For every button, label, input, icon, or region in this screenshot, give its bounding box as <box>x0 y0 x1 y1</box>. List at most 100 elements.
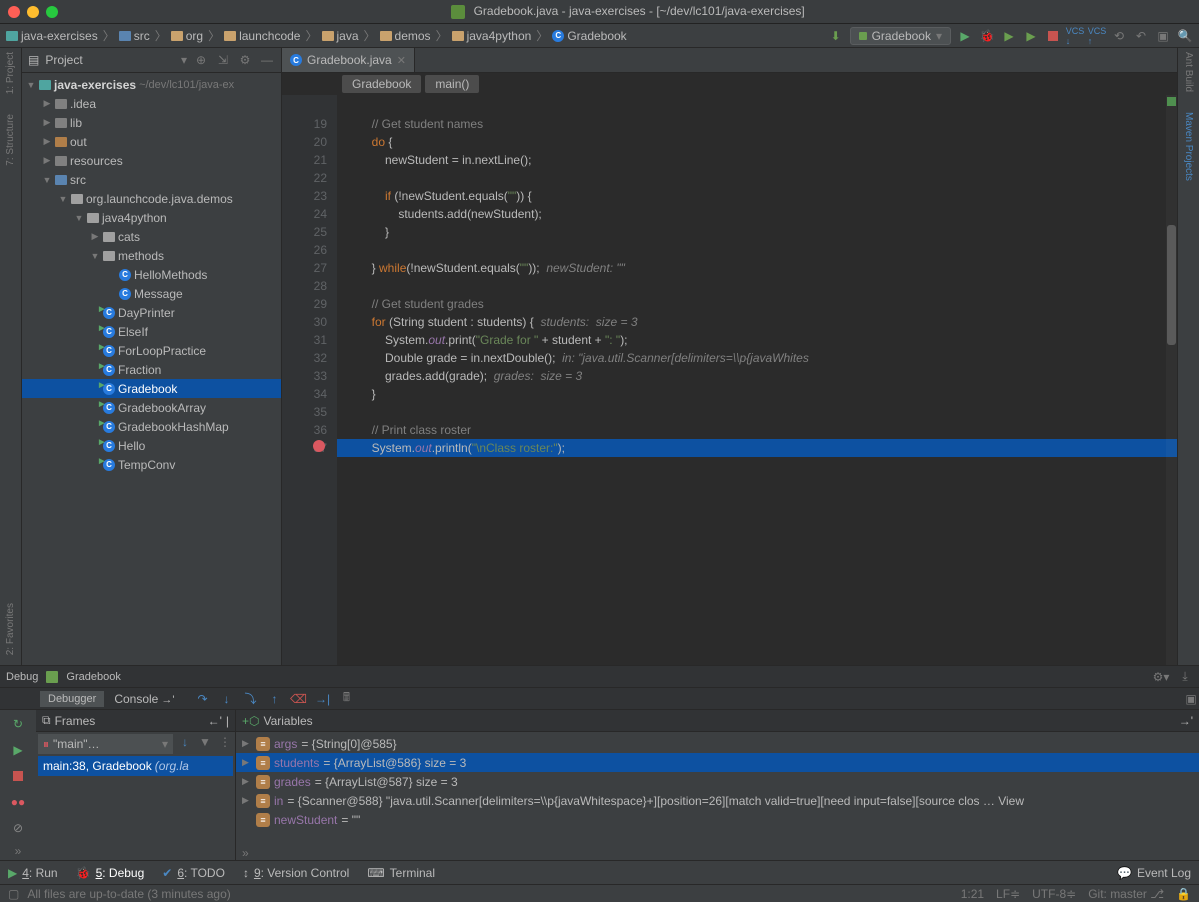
hide-panel-icon[interactable]: — <box>259 52 275 68</box>
search-everywhere-icon[interactable]: 🔍 <box>1177 28 1193 44</box>
code-line-36[interactable]: // Print class roster <box>337 421 1177 439</box>
force-step-into-icon[interactable]: ⤵ <box>243 691 259 707</box>
code-line-24[interactable]: students.add(newStudent); <box>337 205 1177 223</box>
breadcrumb-java[interactable]: java〉 <box>322 27 378 44</box>
variables-tree[interactable]: ▶≡args = {String[0]@585}▶≡students = {Ar… <box>236 732 1199 846</box>
code-line-28[interactable] <box>337 277 1177 295</box>
editor-body[interactable]: 19202122232425262728293031323334353637 /… <box>282 95 1177 665</box>
line-separator[interactable]: LF≑ <box>996 887 1020 901</box>
tree-item-dayprinter[interactable]: C▶ DayPrinter <box>22 303 281 322</box>
code-line-21[interactable]: newStudent = in.nextLine(); <box>337 151 1177 169</box>
tree-item-cats[interactable]: ▶ cats <box>22 227 281 246</box>
variable-students[interactable]: ▶≡students = {ArrayList@586} size = 3 <box>236 753 1199 772</box>
tree-item-lib[interactable]: ▶ lib <box>22 113 281 132</box>
variable-grades[interactable]: ▶≡grades = {ArrayList@587} size = 3 <box>236 772 1199 791</box>
variable-newStudent[interactable]: ≡newStudent = "" <box>236 810 1199 829</box>
project-view-dropdown-icon[interactable]: ▾ <box>181 53 187 67</box>
editor-tab-gradebook[interactable]: C Gradebook.java ✕ <box>282 48 415 72</box>
stack-frame-row[interactable]: main:38, Gradebook (org.la <box>38 756 233 776</box>
tree-root[interactable]: ▼ java-exercises ~/dev/lc101/java-ex <box>22 75 281 94</box>
window-minimize-button[interactable] <box>27 6 39 18</box>
tree-item-gradebookhashmap[interactable]: C▶ GradebookHashMap <box>22 417 281 436</box>
code-line-29[interactable]: // Get student grades <box>337 295 1177 313</box>
drop-frame-icon[interactable]: ⌫ <box>291 691 307 707</box>
run-to-cursor-icon[interactable]: →| <box>315 691 331 707</box>
add-watch-icon[interactable]: +⬡ <box>242 714 259 728</box>
code-line-20[interactable]: do { <box>337 133 1177 151</box>
event-log-button[interactable]: 💬Event Log <box>1117 866 1191 880</box>
breakpoint-icon[interactable] <box>313 440 325 452</box>
mute-breakpoints-button[interactable]: ⊘ <box>8 818 28 838</box>
variable-in[interactable]: ▶≡in = {Scanner@588} "java.util.Scanner[… <box>236 791 1199 810</box>
git-branch[interactable]: Git: master ⎇ <box>1088 887 1164 901</box>
tree-item-fraction[interactable]: C▶ Fraction <box>22 360 281 379</box>
window-zoom-button[interactable] <box>46 6 58 18</box>
code-line-33[interactable]: grades.add(grade); grades: size = 3 <box>337 367 1177 385</box>
scroll-from-source-icon[interactable]: ⊕ <box>193 52 209 68</box>
window-close-button[interactable] <box>8 6 20 18</box>
tool-window-quick-access-icon[interactable]: ▢ <box>8 887 19 901</box>
code-line-25[interactable]: } <box>337 223 1177 241</box>
debug-tool-button[interactable]: 🐞5: Debug <box>76 866 145 880</box>
view-breakpoints-button[interactable]: ●● <box>8 792 28 812</box>
code-line-35[interactable] <box>337 403 1177 421</box>
scrollbar-thumb[interactable] <box>1167 225 1176 345</box>
breadcrumb-java4python[interactable]: java4python〉 <box>452 27 551 44</box>
vcs-tool-button[interactable]: ↕9: Version Control <box>243 866 349 880</box>
frames-more-icon[interactable]: ⋮ <box>217 734 233 750</box>
vcs-update-icon[interactable]: VCS↓ <box>1067 28 1083 44</box>
frames-prev-icon[interactable]: ←' <box>208 714 222 728</box>
vcs-commit-icon[interactable]: VCS↑ <box>1089 28 1105 44</box>
project-panel-title[interactable]: Project <box>45 53 175 67</box>
terminal-tool-button[interactable]: ⌨Terminal <box>367 866 435 880</box>
structure-tool-tab[interactable]: 7: Structure <box>5 114 16 166</box>
console-tab[interactable]: Console →' <box>106 690 182 708</box>
frames-funnel-icon[interactable]: ▼ <box>197 734 213 750</box>
evaluate-expression-icon[interactable]: 🖩 <box>339 691 355 707</box>
variable-args[interactable]: ▶≡args = {String[0]@585} <box>236 734 1199 753</box>
code-line-31[interactable]: System.out.print("Grade for " + student … <box>337 331 1177 349</box>
tree-item-out[interactable]: ▶ out <box>22 132 281 151</box>
todo-tool-button[interactable]: ✔6: TODO <box>162 866 225 880</box>
close-tab-icon[interactable]: ✕ <box>397 54 406 67</box>
ant-build-tab[interactable]: Ant Build <box>1183 52 1194 92</box>
tree-item-gradebook[interactable]: C▶ Gradebook <box>22 379 281 398</box>
collapse-all-icon[interactable]: ⇲ <box>215 52 231 68</box>
step-out-icon[interactable]: ↑ <box>267 691 283 707</box>
tree-item-message[interactable]: C Message <box>22 284 281 303</box>
tree-item-hello[interactable]: C▶ Hello <box>22 436 281 455</box>
vars-restore-icon[interactable]: →' <box>1179 714 1193 728</box>
tree-item-org-launchcode-java-demos[interactable]: ▼ org.launchcode.java.demos <box>22 189 281 208</box>
editor-scrollbar[interactable] <box>1166 95 1177 665</box>
favorites-tool-tab[interactable]: 2: Favorites <box>5 603 16 655</box>
rerun-button[interactable]: ↻ <box>8 714 28 734</box>
file-encoding[interactable]: UTF-8≑ <box>1032 887 1076 901</box>
crumb-method[interactable]: main() <box>425 75 479 93</box>
settings-gear-icon[interactable]: ⚙ <box>237 52 253 68</box>
vars-more-icon[interactable]: » <box>236 846 1199 860</box>
crumb-class[interactable]: Gradebook <box>342 75 421 93</box>
code-line-34[interactable]: } <box>337 385 1177 403</box>
maven-projects-tab[interactable]: Maven Projects <box>1183 112 1194 181</box>
thread-selector[interactable]: ⏸ "main"… ▾ <box>38 734 173 754</box>
step-over-icon[interactable]: ↷ <box>195 691 211 707</box>
debug-settings-gear-icon[interactable]: ⚙▾ <box>1153 669 1169 685</box>
profile-button[interactable]: ▶ <box>1023 28 1039 44</box>
tree-item-hellomethods[interactable]: C HelloMethods <box>22 265 281 284</box>
code-line-37[interactable]: System.out.println("\nClass roster:"); <box>337 439 1177 457</box>
more-actions-icon[interactable]: » <box>15 844 22 858</box>
tree-item-elseif[interactable]: C▶ ElseIf <box>22 322 281 341</box>
breadcrumb-src[interactable]: src〉 <box>119 27 169 44</box>
frames-dropdown-icon[interactable]: | <box>226 714 229 728</box>
tree-item-methods[interactable]: ▼ methods <box>22 246 281 265</box>
breadcrumb-demos[interactable]: demos〉 <box>380 27 450 44</box>
history-icon[interactable]: ⟲ <box>1111 28 1127 44</box>
project-structure-icon[interactable]: ▣ <box>1155 28 1171 44</box>
frames-filter-icon[interactable]: ↓ <box>177 734 193 750</box>
tree-item-resources[interactable]: ▶ resources <box>22 151 281 170</box>
tree-item-src[interactable]: ▼ src <box>22 170 281 189</box>
resume-button[interactable]: ▶ <box>8 740 28 760</box>
tree-item-tempconv[interactable]: C▶ TempConv <box>22 455 281 474</box>
breadcrumb-Gradebook[interactable]: CGradebook <box>552 29 626 43</box>
run-button[interactable]: ▶ <box>957 28 973 44</box>
